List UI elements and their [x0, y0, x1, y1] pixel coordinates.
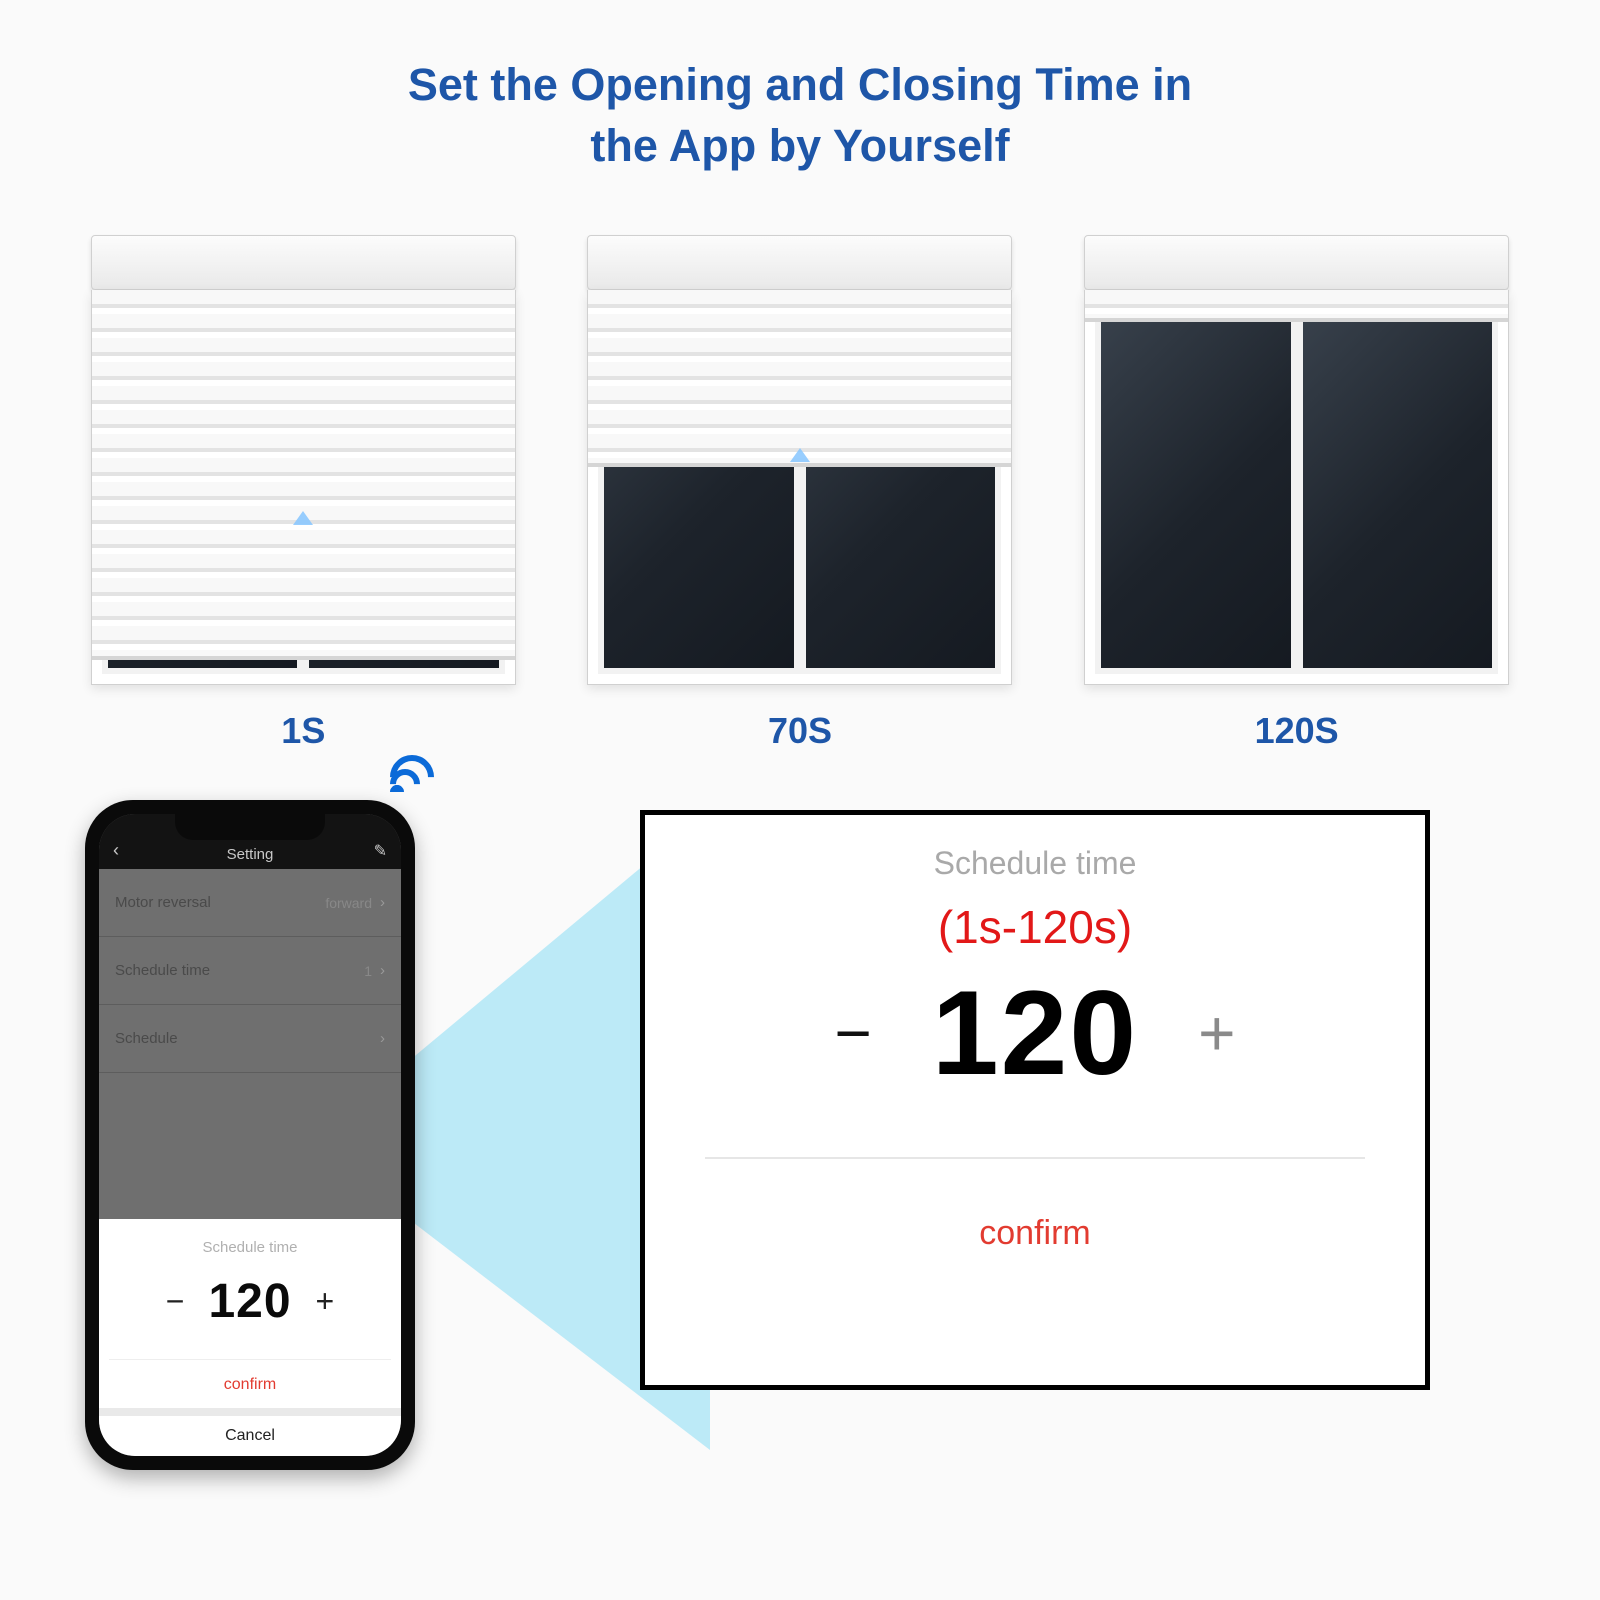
schedule-time-panel: Schedule time (1s-120s) − 120 + confirm — [640, 810, 1430, 1390]
title-line-2: the App by Yourself — [0, 116, 1600, 177]
row-schedule-time[interactable]: Schedule time 1 › — [99, 937, 401, 1005]
minus-button[interactable]: − — [166, 1283, 185, 1320]
divider — [705, 1157, 1365, 1159]
edit-icon[interactable]: ✎ — [374, 841, 387, 861]
row-value: forward — [325, 895, 372, 911]
app-header-title: Setting — [227, 846, 274, 863]
row-value: 1 — [364, 963, 372, 979]
panel-stepper: − 120 + — [685, 964, 1385, 1102]
plus-button[interactable]: + — [316, 1283, 335, 1320]
panel-title: Schedule time — [685, 845, 1385, 882]
phone-mockup: ‹ Setting ✎ Motor reversal forward › Sch… — [85, 800, 415, 1470]
settings-list: Motor reversal forward › Schedule time 1… — [99, 869, 401, 1073]
stepper-value: 120 — [208, 1274, 291, 1329]
sheet-title: Schedule time — [109, 1239, 391, 1256]
row-label: Schedule — [115, 1030, 178, 1047]
shutter-70s: 70S — [587, 235, 1012, 752]
shutter-label-120s: 120S — [1084, 710, 1509, 752]
row-motor-reversal[interactable]: Motor reversal forward › — [99, 869, 401, 937]
arrow-up-icon — [790, 448, 810, 462]
wifi-icon — [390, 755, 435, 800]
chevron-right-icon: › — [380, 962, 385, 979]
chevron-right-icon: › — [380, 894, 385, 911]
quantity-stepper: − 120 + — [109, 1274, 391, 1329]
title-line-1: Set the Opening and Closing Time in — [0, 55, 1600, 116]
shutter-label-70s: 70S — [587, 710, 1012, 752]
panel-minus-button[interactable]: − — [835, 996, 872, 1070]
chevron-right-icon: › — [380, 1030, 385, 1047]
back-icon[interactable]: ‹ — [113, 840, 119, 861]
confirm-button[interactable]: confirm — [109, 1359, 391, 1394]
row-label: Schedule time — [115, 962, 210, 979]
shutter-1s: 1S — [91, 235, 516, 752]
panel-range: (1s-120s) — [685, 900, 1385, 954]
shutters-row: 1S 70S 120S — [0, 235, 1600, 752]
row-schedule[interactable]: Schedule › — [99, 1005, 401, 1073]
arrow-up-icon — [293, 511, 313, 525]
shutter-120s: 120S — [1084, 235, 1509, 752]
panel-confirm-button[interactable]: confirm — [685, 1214, 1385, 1253]
shutter-label-1s: 1S — [91, 710, 516, 752]
row-label: Motor reversal — [115, 894, 211, 911]
schedule-time-sheet: Schedule time − 120 + confirm — [99, 1219, 401, 1408]
panel-value: 120 — [932, 964, 1138, 1102]
cancel-button[interactable]: Cancel — [99, 1408, 401, 1456]
page-title: Set the Opening and Closing Time in the … — [0, 0, 1600, 177]
panel-plus-button[interactable]: + — [1198, 996, 1235, 1070]
